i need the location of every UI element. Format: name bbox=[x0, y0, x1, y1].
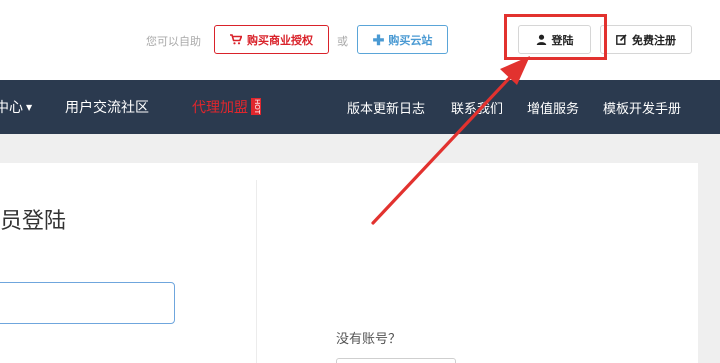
nav-item-agent[interactable]: 代理加盟 HOT bbox=[192, 97, 261, 117]
login-highlight-box bbox=[504, 14, 607, 60]
buy-cloud-button[interactable]: ✚ 购买云站 bbox=[357, 25, 448, 54]
hot-badge: HOT bbox=[251, 97, 261, 115]
plus-icon: ✚ bbox=[372, 31, 385, 48]
or-text: 或 bbox=[337, 35, 348, 48]
buy-license-button[interactable]: 购买商业授权 bbox=[214, 25, 329, 54]
nav-item-center[interactable]: 中心 ▼ bbox=[0, 97, 32, 117]
nav-item-community[interactable]: 用户交流社区 bbox=[65, 97, 149, 117]
no-account-text: 没有账号？ bbox=[336, 332, 402, 347]
register-now-button[interactable] bbox=[336, 358, 456, 363]
main-navbar: 中心 ▼ 用户交流社区 代理加盟 HOT 版本更新日志 联系我们 增值服务 模板开发… bbox=[0, 80, 720, 134]
username-input[interactable] bbox=[0, 282, 175, 324]
panel-divider bbox=[256, 180, 257, 363]
self-service-hint: 您可以自助 bbox=[146, 35, 201, 48]
nav-item-value-added[interactable]: 增值服务 bbox=[527, 98, 579, 117]
login-title: 员登陆 bbox=[0, 209, 67, 234]
cart-icon bbox=[230, 34, 242, 45]
edit-icon bbox=[616, 34, 627, 45]
nav-item-contact[interactable]: 联系我们 bbox=[451, 98, 503, 117]
nav-item-changelog[interactable]: 版本更新日志 bbox=[347, 98, 425, 117]
top-header: 您可以自助 购买商业授权 或 ✚ 购买云站 登陆 免费注册 bbox=[0, 0, 720, 80]
nav-item-template-manual[interactable]: 模板开发手册 bbox=[603, 98, 681, 117]
caret-down-icon: ▼ bbox=[26, 103, 33, 112]
register-label: 免费注册 bbox=[632, 34, 676, 47]
buy-license-label: 购买商业授权 bbox=[247, 34, 313, 47]
register-button[interactable]: 免费注册 bbox=[600, 25, 692, 54]
buy-cloud-label: 购买云站 bbox=[388, 34, 433, 47]
